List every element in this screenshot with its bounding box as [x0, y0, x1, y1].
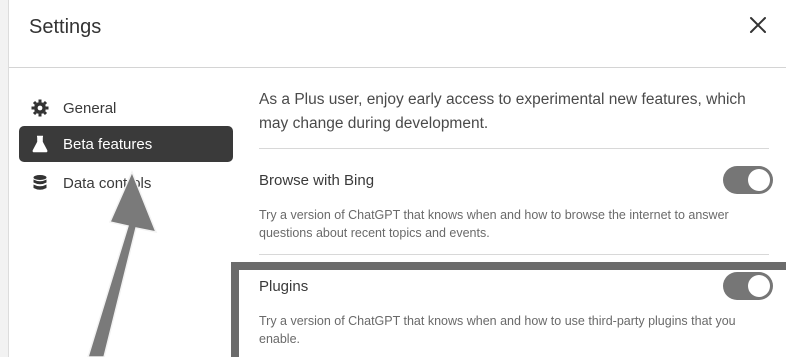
intro-text: As a Plus user, enjoy early access to ex… — [259, 91, 746, 132]
feature-name-browse-with-bing: Browse with Bing — [259, 172, 375, 189]
browse-with-bing-toggle[interactable] — [723, 166, 773, 194]
sidebar: General Beta features Data controls — [9, 68, 241, 357]
sidebar-item-label: Data controls — [63, 174, 152, 192]
close-icon — [750, 17, 766, 33]
beta-features-panel: As a Plus user, enjoy early access to ex… — [259, 68, 786, 357]
toggle-knob — [748, 275, 770, 297]
sidebar-item-label: General — [63, 99, 117, 117]
plugins-toggle[interactable] — [723, 272, 773, 300]
dialog-title: Settings — [29, 16, 102, 38]
settings-dialog: Settings General Beta features Data cont… — [8, 0, 786, 357]
dialog-header: Settings — [9, 0, 786, 68]
feature-desc-browse-with-bing: Try a version of ChatGPT that knows when… — [259, 208, 729, 240]
divider — [259, 148, 769, 149]
feature-desc-plugins: Try a version of ChatGPT that knows when… — [259, 314, 736, 346]
close-button[interactable] — [747, 14, 769, 36]
flask-icon — [31, 135, 49, 153]
sidebar-item-label: Beta features — [63, 135, 153, 153]
feature-name-plugins: Plugins — [259, 278, 309, 295]
sidebar-item-beta-features[interactable]: Beta features — [19, 126, 233, 162]
gear-icon — [31, 99, 49, 117]
database-icon — [31, 174, 49, 192]
sidebar-item-general[interactable]: General — [19, 90, 233, 126]
divider — [259, 254, 769, 255]
toggle-knob — [748, 169, 770, 191]
sidebar-item-data-controls[interactable]: Data controls — [19, 165, 233, 201]
